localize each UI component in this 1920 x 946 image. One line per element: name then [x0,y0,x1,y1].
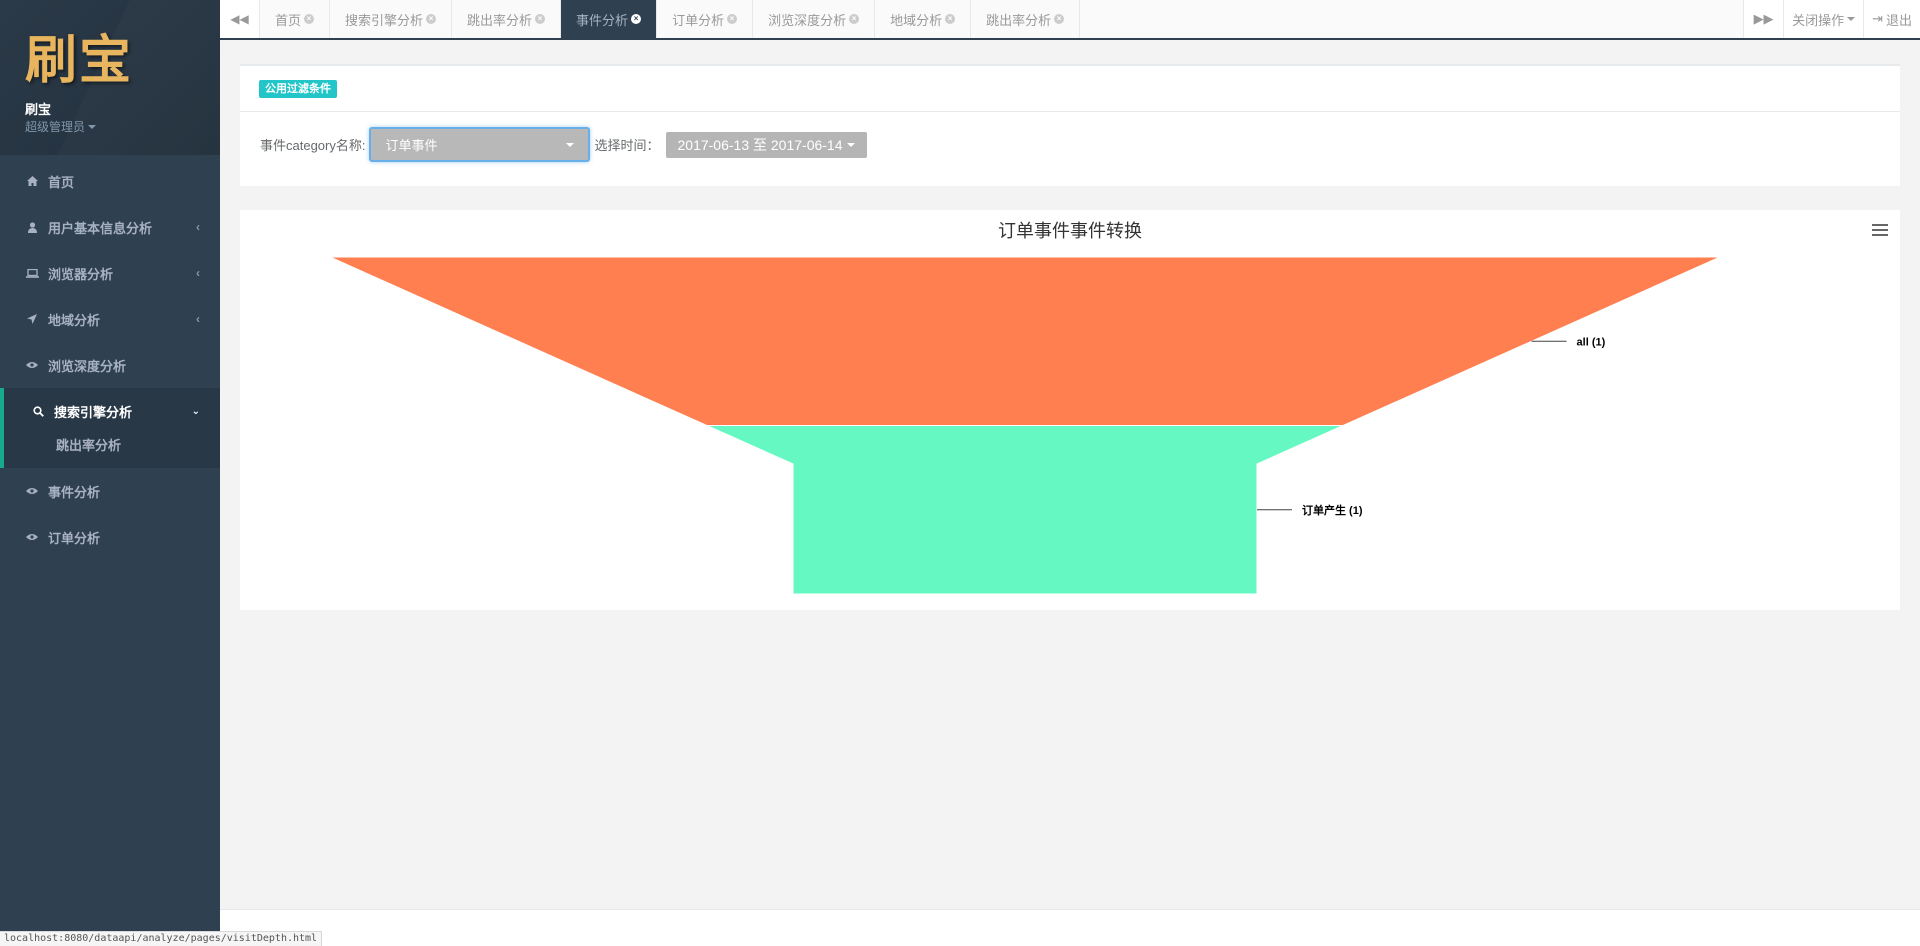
logout-button[interactable]: ⇥ 退出 [1863,0,1920,38]
close-operations-label: 关闭操作 [1792,12,1845,28]
caret-down-icon [88,125,97,129]
tabs-bar: ◀◀ 首页 × 搜索引擎分析 × 跳出率分析 × 事件分析 × 订单分析 × 浏览深度分析… [220,0,1920,40]
tab-order[interactable]: 订单分析 × [657,0,754,38]
sidebar-item-label: 用户基本信息分析 [48,220,153,236]
sidebar-subitem-bounce-rate[interactable]: 跳出率分析 [56,436,220,456]
tab-search-engine[interactable]: 搜索引擎分析 × [330,0,453,38]
hamburger-icon [1872,224,1888,226]
search-icon [31,405,45,417]
filter-badge: 公用过滤条件 [259,80,337,98]
close-icon[interactable]: × [727,14,738,24]
location-arrow-icon [25,314,39,324]
sidebar-item-user-info[interactable]: 用户基本信息分析 ‹ [0,204,220,250]
time-label: 选择时间： [594,138,660,153]
chevron-left-icon: ‹ [196,220,200,234]
caret-down-icon [566,142,575,147]
home-icon [25,176,39,186]
sidebar-item-search-engine[interactable]: 搜索引擎分析 ⌄ [0,388,220,434]
chart-menu-button[interactable] [1872,224,1888,239]
caret-down-icon [1847,17,1856,21]
chevron-left-icon: ‹ [196,266,200,280]
chart-panel: all (1) 订单产生 (1) 订单事件事件转换 [240,210,1900,610]
filter-panel-header: 公用过滤条件 [240,66,1900,112]
category-label: 事件category名称: [260,138,366,153]
profile-name: 刷宝 [25,102,52,117]
tab-region[interactable]: 地域分析 × [875,0,972,38]
funnel-data-label: 订单产生 (1) [1302,503,1363,517]
tab-home[interactable]: 首页 × [260,0,331,38]
date-range-value: 2017-06-13 至 2017-06-14 [677,136,843,153]
sidebar-item-label: 首页 [48,174,75,190]
browser-status-url: localhost:8080/dataapi/analyze/pages/vis… [0,931,323,946]
eye-icon [25,533,39,541]
sidebar-item-region[interactable]: 地域分析 ‹ [0,296,220,342]
profile-role-label: 超级管理员 [25,120,86,134]
laptop-icon [25,268,39,278]
chevron-down-icon: ⌄ [191,405,200,417]
tab-label: 订单分析 [672,12,725,28]
logout-label: 退出 [1885,12,1912,28]
close-operations-dropdown[interactable]: 关闭操作 [1783,0,1864,38]
close-icon[interactable]: × [849,14,860,24]
sidebar-item-label: 浏览器分析 [48,266,114,282]
logo: 刷宝 [25,30,134,91]
tab-label: 地域分析 [890,12,943,28]
tab-label: 首页 [275,12,302,28]
close-icon[interactable]: × [1054,14,1065,24]
tab-label: 搜索引擎分析 [345,12,424,28]
sidebar-item-order[interactable]: 订单分析 [0,514,220,560]
tabs: 首页 × 搜索引擎分析 × 跳出率分析 × 事件分析 × 订单分析 × 浏览深度分析 × 地… [260,0,1743,38]
tab-event[interactable]: 事件分析 × [561,0,658,38]
category-select[interactable]: 订单事件 [369,127,591,162]
profile-block: 刷宝 刷宝 超级管理员 [0,0,220,155]
tab-label: 跳出率分析 [986,12,1052,28]
tab-label: 浏览深度分析 [768,12,847,28]
double-chevron-left-icon: ◀◀ [230,12,249,26]
tab-bounce-rate[interactable]: 跳出率分析 × [452,0,562,38]
sidebar-item-label: 事件分析 [48,484,101,500]
footer [220,909,1920,946]
category-select-value: 订单事件 [385,138,438,153]
eye-icon [25,487,39,495]
sidebar-item-label: 搜索引擎分析 [54,404,133,420]
chevron-left-icon: ‹ [196,312,200,326]
sidebar-item-home[interactable]: 首页 [0,158,220,204]
funnel-segment[interactable] [329,256,1721,426]
sidebar-subnav: 跳出率分析 [0,434,220,468]
sidebar-item-event[interactable]: 事件分析 [0,468,220,514]
close-icon[interactable]: × [535,14,546,24]
tab-bounce-rate-2[interactable]: 跳出率分析 × [971,0,1081,38]
tab-label: 跳出率分析 [467,12,533,28]
sidebar-item-label: 地域分析 [48,312,101,328]
eye-icon [25,361,39,369]
close-icon[interactable]: × [426,14,437,24]
funnel-data-label: all (1) [1577,336,1606,348]
caret-down-icon [846,142,855,147]
sidebar-item-label: 浏览深度分析 [48,358,127,374]
filter-panel: 公用过滤条件 事件category名称: 订单事件 选择时间： 2017-06-… [240,64,1900,186]
chart-title: 订单事件事件转换 [998,221,1142,241]
tab-depth[interactable]: 浏览深度分析 × [753,0,876,38]
close-icon[interactable]: × [945,14,956,24]
tabs-scroll-right-button[interactable]: ▶▶ [1743,0,1784,38]
close-icon[interactable]: × [304,14,315,24]
sidebar-item-depth[interactable]: 浏览深度分析 [0,342,220,388]
sign-out-icon: ⇥ [1872,11,1883,26]
user-icon [25,221,39,233]
sidebar-item-browser[interactable]: 浏览器分析 ‹ [0,250,220,296]
funnel-chart: all (1) 订单产生 (1) [329,256,1721,595]
tab-actions: ▶▶ 关闭操作 ⇥ 退出 [1743,0,1920,38]
tab-label: 事件分析 [576,12,629,28]
close-icon[interactable]: × [631,14,642,24]
funnel-segment[interactable] [706,425,1344,595]
sidebar-nav: 首页 用户基本信息分析 ‹ 浏览器分析 ‹ 地域分析 ‹ 浏览深度分析 搜索引擎… [0,158,220,560]
sidebar: 刷宝 刷宝 超级管理员 首页 用户基本信息分析 ‹ 浏览器分析 ‹ 地域分析 ‹… [0,0,220,946]
profile-role-dropdown[interactable]: 超级管理员 [25,118,97,136]
date-range-picker[interactable]: 2017-06-13 至 2017-06-14 [665,131,867,158]
tabs-scroll-left-button[interactable]: ◀◀ [220,0,260,38]
double-chevron-right-icon: ▶▶ [1753,11,1774,26]
sidebar-item-label: 订单分析 [48,530,101,546]
filter-panel-body: 事件category名称: 订单事件 选择时间： 2017-06-13 至 20… [240,112,1900,162]
